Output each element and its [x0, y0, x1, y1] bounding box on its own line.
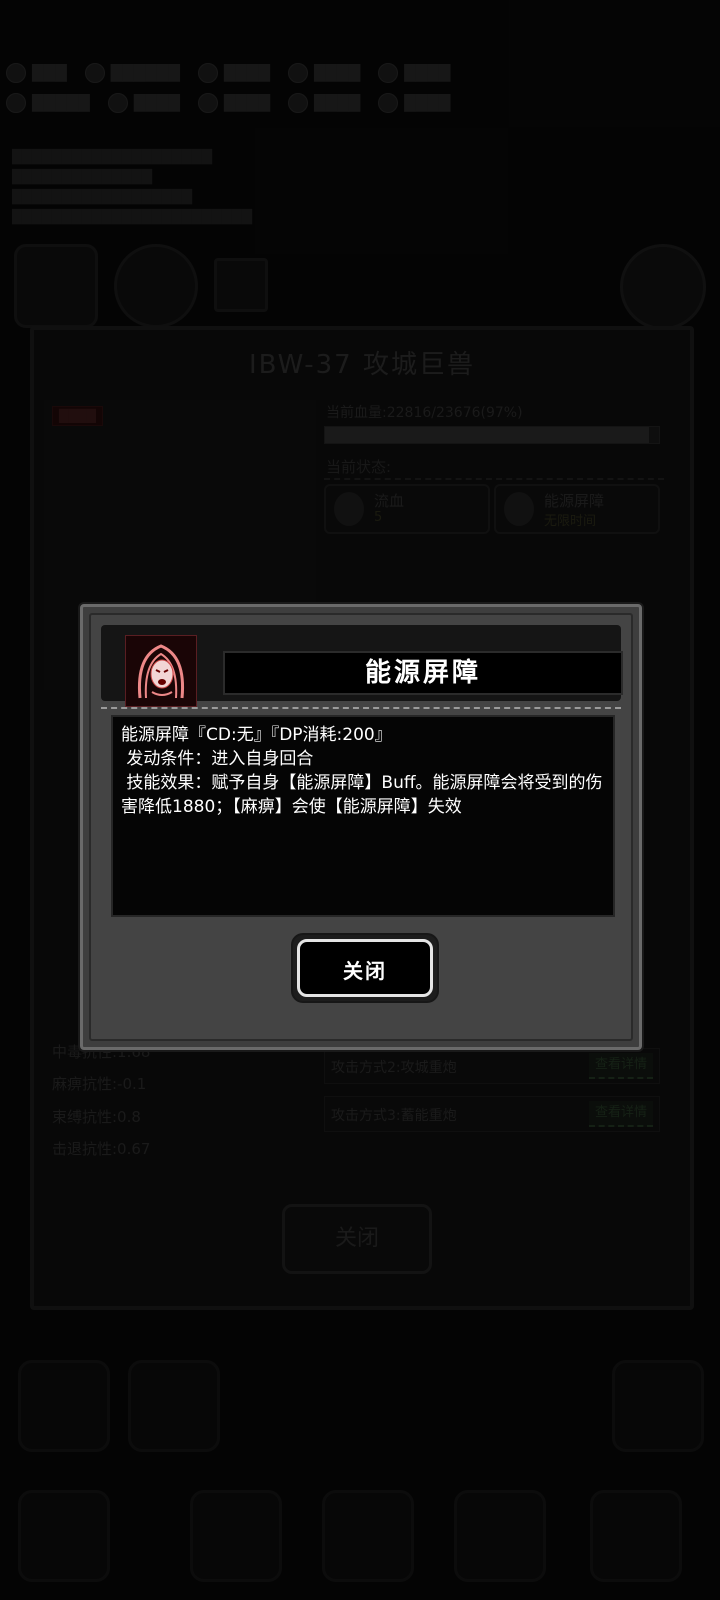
close-button[interactable]: 关闭 [291, 933, 439, 1003]
attack-label: 攻击方式2:攻城重炮 [331, 1060, 457, 1076]
skill-description: 能源屏障『CD:无』『DP消耗:200』 发动条件：进入自身回合 技能效果：赋予… [111, 715, 615, 917]
attack-row: 攻击方式3:蓄能重炮 查看详情 [324, 1096, 660, 1132]
close-button-label: 关闭 [297, 939, 433, 997]
status-label: 当前状态: [326, 458, 392, 476]
hp-text: 当前血量:22816/23676(97%) [326, 405, 523, 421]
flee-action-button[interactable] [612, 1360, 704, 1452]
skill-effect-line: 技能效果：赋予自身【能源屏障】Buff。能源屏障会将受到的伤害降低1880；【麻… [121, 773, 603, 817]
view-details-button[interactable]: 查看详情 [589, 1101, 653, 1127]
monster-name: IBW-37 攻城巨兽 [249, 350, 475, 380]
hp-bar-fill [325, 427, 649, 443]
stat-row: 束缚抗性:0.8 [52, 1107, 141, 1126]
attack-label: 攻击方式3:蓄能重炮 [331, 1108, 457, 1124]
dialog-frame: 能源屏障 能源屏障『CD:无』『DP消耗:200』 发动条件：进入自身回合 技能… [89, 613, 633, 1041]
status-name: 能源屏障 [544, 492, 605, 510]
skill-trigger-line: 发动条件：进入自身回合 [121, 749, 314, 769]
hp-bar [324, 426, 660, 444]
stat-row: 击退抗性:0.67 [52, 1140, 151, 1159]
status-divider [324, 478, 664, 480]
companion-avatar [114, 244, 198, 328]
skill-name: 能源屏障 [223, 651, 623, 695]
panel-close-button[interactable]: 关闭 [282, 1204, 432, 1274]
weapon-button[interactable] [18, 1490, 110, 1582]
status-card-bleed[interactable]: 流血 5 [324, 484, 490, 534]
energy-ring-icon [504, 492, 534, 526]
status-duration: 5 [374, 510, 383, 525]
skill-action-button[interactable] [18, 1360, 110, 1452]
menu-button[interactable] [590, 1490, 682, 1582]
dialog-header: 能源屏障 [101, 625, 623, 707]
status-card-energy-barrier[interactable]: 能源屏障 无限时间 [494, 484, 660, 534]
enemy-avatar [620, 244, 706, 330]
background-avatar-row [14, 244, 268, 328]
bag-button[interactable] [190, 1490, 282, 1582]
item-slot [214, 258, 268, 312]
stat-row: 麻痹抗性:-0.1 [52, 1075, 147, 1094]
skill-cost-line: 能源屏障『CD:无』『DP消耗:200』 [121, 725, 392, 745]
background-log: ████████████████████ ██████████████ ████… [12, 150, 252, 225]
move-action-button[interactable] [128, 1360, 220, 1452]
background-stats-bar: ███ ██████ ████ ████ ████ █████ ████ ███… [6, 58, 714, 118]
skills-button[interactable] [322, 1490, 414, 1582]
blood-drop-icon [334, 492, 364, 526]
resistance-list: 中毒抗性:1.68 麻痹抗性:-0.1 束缚抗性:0.8 击退抗性:0.67 [52, 1036, 150, 1166]
energy-barrier-skill-icon [125, 635, 197, 707]
status-duration: 无限时间 [544, 514, 597, 529]
elite-tag: ████ [52, 406, 103, 426]
quest-button[interactable] [454, 1490, 546, 1582]
skill-detail-dialog: 能源屏障 能源屏障『CD:无』『DP消耗:200』 发动条件：进入自身回合 技能… [80, 604, 642, 1050]
header-divider [101, 707, 621, 709]
player-avatar [14, 244, 98, 328]
attack-row: 攻击方式2:攻城重炮 查看详情 [324, 1048, 660, 1084]
view-details-button[interactable]: 查看详情 [589, 1053, 653, 1079]
status-name: 流血 [374, 492, 405, 510]
